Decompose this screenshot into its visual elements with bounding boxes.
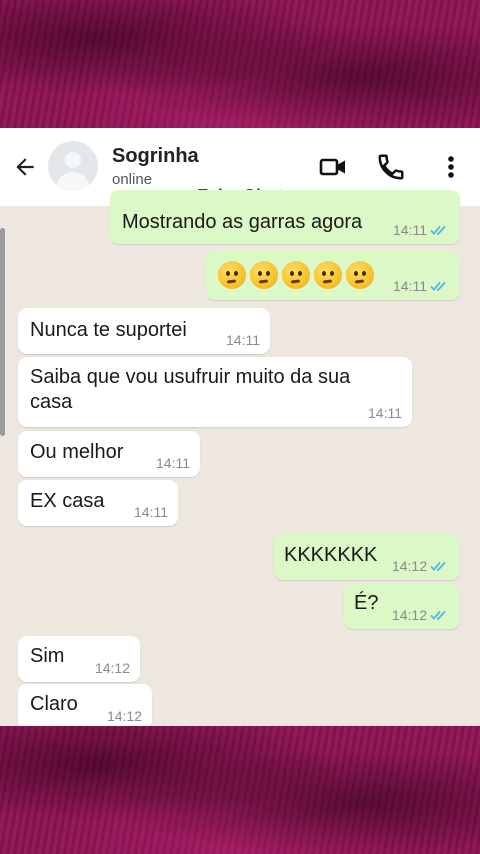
read-ticks-icon (430, 610, 446, 621)
message-bubble[interactable]: EX casa 14:11 (18, 480, 178, 526)
message-text: É? (354, 592, 379, 614)
message-time: 14:11 (226, 332, 260, 348)
message-time: 14:12 (106, 708, 142, 724)
message-time: 14:11 (368, 405, 402, 421)
message-meta: 14:11 (134, 504, 168, 520)
message-meta: 14:12 (95, 660, 130, 676)
message-bubble[interactable]: Sim 14:12 (18, 636, 140, 682)
message-bubble[interactable]: KKKKKKK 14:12 (274, 534, 460, 580)
read-ticks-icon (430, 281, 446, 292)
thinking-face-emoji (314, 261, 342, 289)
back-arrow-icon[interactable] (12, 154, 38, 180)
message-text: Mostrando as garras agora (122, 211, 363, 233)
message-time: 14:11 (393, 222, 427, 238)
contact-name[interactable]: Sogrinha (112, 145, 199, 168)
message-text: KKKKKKK (284, 544, 378, 566)
thinking-face-emoji (250, 261, 278, 289)
message-text: Nunca te suportei (30, 319, 187, 341)
message-bubble[interactable]: Claro 14:12 (18, 684, 152, 726)
message-bubble[interactable]: 14:11 (206, 250, 460, 300)
video-call-icon[interactable] (318, 152, 348, 182)
message-text-line-2: casa (30, 391, 73, 413)
phone-call-icon[interactable] (376, 152, 406, 182)
emoji-row (218, 261, 378, 289)
message-time: 14:11 (156, 455, 190, 471)
message-text: Saiba que vou usufruir muito da sua (30, 366, 351, 388)
thinking-face-emoji (282, 261, 310, 289)
message-text: Sim (30, 645, 65, 667)
message-meta: 14:11 (393, 222, 450, 238)
message-text: EX casa (30, 490, 105, 512)
message-meta: 14:11 (393, 278, 450, 294)
message-text: Claro (30, 693, 78, 715)
message-meta: 14:11 (156, 455, 190, 471)
message-bubble[interactable]: Ou melhor 14:11 (18, 431, 200, 477)
message-meta: 14:11 (226, 332, 260, 348)
message-time: 14:11 (134, 504, 168, 520)
message-time: 14:12 (391, 558, 427, 574)
decorative-top-band (0, 0, 480, 128)
message-bubble[interactable]: Nunca te suportei 14:11 (18, 308, 270, 354)
thinking-face-emoji (346, 261, 374, 289)
message-time: 14:12 (391, 607, 427, 623)
scrollbar[interactable] (0, 228, 5, 436)
more-vertical-icon[interactable] (436, 152, 466, 182)
message-bubble[interactable]: Mostrando as garras agora 14:11 (110, 190, 460, 244)
message-meta: 14:11 (368, 405, 402, 421)
decorative-bottom-band (0, 726, 480, 854)
message-bubble[interactable]: Saiba que vou usufruir muito da sua casa… (18, 357, 412, 427)
message-time: 14:11 (393, 278, 427, 294)
read-ticks-icon (430, 561, 446, 572)
avatar-placeholder-icon[interactable] (48, 141, 98, 191)
chat-screen: Sogrinha online Fake Chat Mostrando as g… (0, 128, 480, 726)
message-meta: 14:12 (392, 607, 450, 623)
message-time: 14:12 (94, 660, 130, 676)
read-ticks-icon (430, 225, 446, 236)
message-meta: 14:12 (392, 558, 450, 574)
message-bubble[interactable]: É? 14:12 (344, 583, 460, 629)
message-text: Ou melhor (30, 441, 124, 463)
thinking-face-emoji (218, 261, 246, 289)
message-meta: 14:12 (107, 708, 142, 724)
